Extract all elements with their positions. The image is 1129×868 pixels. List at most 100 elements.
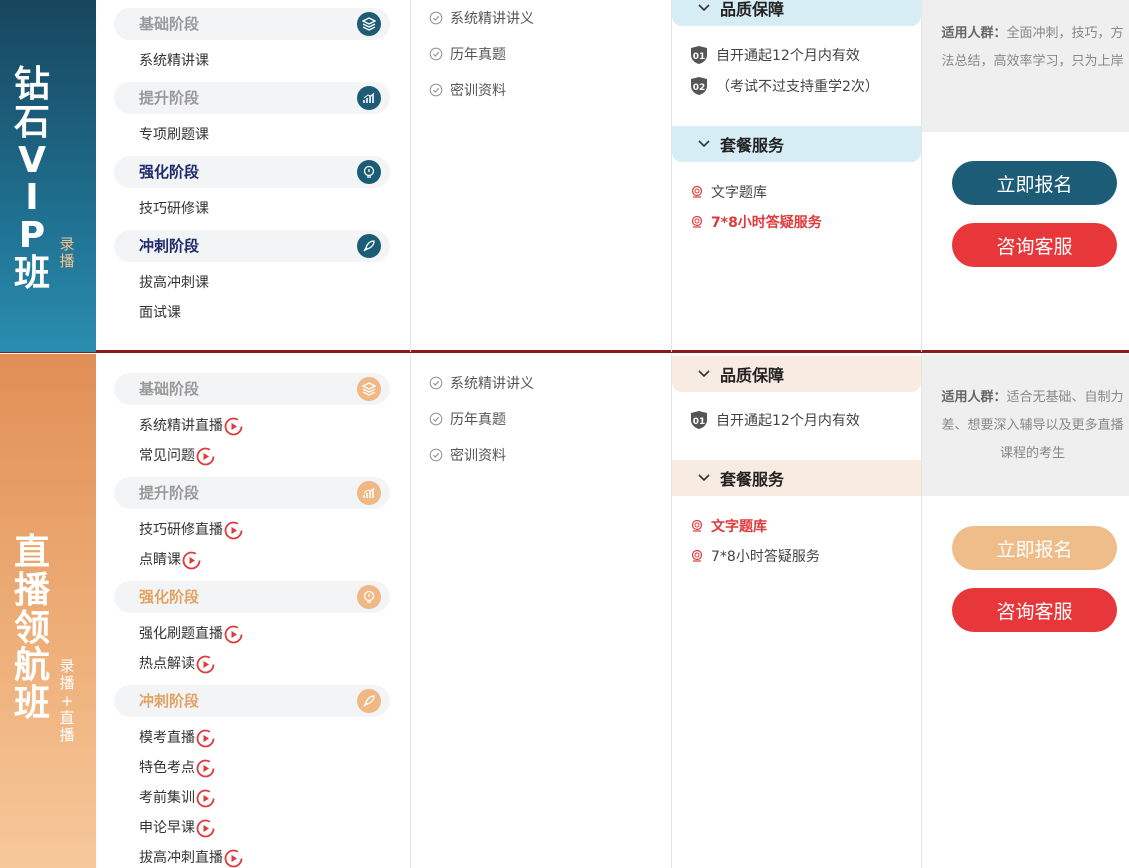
stage-label: 冲刺阶段 bbox=[139, 692, 200, 710]
stage-improve: 提升阶段 bbox=[114, 477, 390, 509]
medal-icon bbox=[691, 519, 703, 532]
medal-icon bbox=[691, 549, 703, 562]
guarantee-item: 02 （考试不过支持重学2次） bbox=[690, 76, 879, 96]
check-circle-icon bbox=[429, 47, 443, 61]
check-circle-icon bbox=[429, 412, 443, 426]
play-circle-icon bbox=[224, 625, 243, 643]
stage-label: 冲刺阶段 bbox=[139, 237, 200, 255]
guarantee-column: 品质保障 01 自开通起12个月内有效 02 （考试不过支持重学2次） 套餐服务… bbox=[672, 0, 922, 352]
course-item[interactable]: 常见问题 bbox=[139, 446, 215, 466]
shield-number-icon: 01 bbox=[691, 46, 707, 64]
rocket-icon bbox=[357, 234, 381, 258]
stage-label: 基础阶段 bbox=[139, 380, 200, 398]
audience-box: 适用人群：适合无基础、自制力差、想要深入辅导以及更多直播课程的考生 bbox=[922, 354, 1129, 496]
stages-column: 基础阶段 系统精讲直播 常见问题 提升阶段 技巧研修直播 点睛课 强化阶段 强化… bbox=[96, 354, 411, 868]
package-name-band: 直 播 领 航 班 录 播 + 直 播 bbox=[0, 354, 96, 868]
enroll-button[interactable]: 立即报名 bbox=[952, 161, 1117, 205]
guarantee-column: 品质保障 01 自开通起12个月内有效 套餐服务 文字题库 7*8小时答疑服务 bbox=[672, 354, 922, 868]
course-item[interactable]: 系统精讲课 bbox=[139, 51, 209, 71]
stage-label: 提升阶段 bbox=[139, 89, 200, 107]
course-item[interactable]: 拔高冲刺直播 bbox=[139, 848, 243, 868]
growth-chart-icon bbox=[357, 481, 381, 505]
course-item[interactable]: 技巧研修直播 bbox=[139, 520, 243, 540]
course-item[interactable]: 热点解读 bbox=[139, 654, 215, 674]
stage-label: 基础阶段 bbox=[139, 15, 200, 33]
consult-button[interactable]: 咨询客服 bbox=[952, 588, 1117, 632]
lightbulb-head-icon bbox=[357, 585, 381, 609]
play-circle-icon bbox=[196, 729, 215, 747]
course-item[interactable]: 强化刷题直播 bbox=[139, 624, 243, 644]
chevron-down-icon bbox=[698, 370, 710, 378]
rocket-icon bbox=[357, 689, 381, 713]
stage-label: 强化阶段 bbox=[139, 588, 200, 606]
course-item[interactable]: 面试课 bbox=[139, 303, 181, 323]
stage-basic: 基础阶段 bbox=[114, 8, 390, 40]
course-item[interactable]: 模考直播 bbox=[139, 728, 215, 748]
stages-column: 基础阶段 系统精讲课 提升阶段 专项刷题课 强化阶段 技巧研修课 冲刺阶段 拔高… bbox=[96, 0, 411, 352]
check-circle-icon bbox=[429, 376, 443, 390]
service-header: 套餐服务 bbox=[672, 126, 921, 162]
stage-sprint: 冲刺阶段 bbox=[114, 230, 390, 262]
package-name: 直 播 领 航 班 bbox=[13, 532, 50, 725]
stage-basic: 基础阶段 bbox=[114, 373, 390, 405]
svg-text:01: 01 bbox=[693, 52, 706, 62]
consult-button[interactable]: 咨询客服 bbox=[952, 223, 1117, 267]
stage-strengthen: 强化阶段 bbox=[114, 581, 390, 613]
action-column: 适用人群：适合无基础、自制力差、想要深入辅导以及更多直播课程的考生 立即报名 咨… bbox=[922, 354, 1129, 868]
package-tag: 录 播 bbox=[59, 235, 75, 271]
course-item[interactable]: 申论早课 bbox=[139, 818, 215, 838]
enroll-button[interactable]: 立即报名 bbox=[952, 526, 1117, 570]
stage-improve: 提升阶段 bbox=[114, 82, 390, 114]
service-item: 7*8小时答疑服务 bbox=[690, 212, 822, 232]
lightbulb-head-icon bbox=[357, 160, 381, 184]
service-header: 套餐服务 bbox=[672, 460, 921, 496]
course-item[interactable]: 技巧研修课 bbox=[139, 199, 209, 219]
medal-icon bbox=[691, 185, 703, 198]
material-item: 密训资料 bbox=[429, 445, 506, 465]
course-item[interactable]: 特色考点 bbox=[139, 758, 215, 778]
package-live: 直 播 领 航 班 录 播 + 直 播 基础阶段 系统精讲直播 常见问题 提升阶… bbox=[0, 354, 1129, 868]
material-item: 历年真题 bbox=[429, 409, 506, 429]
stage-strengthen: 强化阶段 bbox=[114, 156, 390, 188]
check-circle-icon bbox=[429, 83, 443, 97]
package-tag: 录 播 + 直 播 bbox=[59, 657, 75, 744]
guarantee-header: 品质保障 bbox=[672, 0, 921, 26]
course-item[interactable]: 专项刷题课 bbox=[139, 125, 209, 145]
play-circle-icon bbox=[224, 849, 243, 867]
stage-sprint: 冲刺阶段 bbox=[114, 685, 390, 717]
materials-column: 系统精讲讲义 历年真题 密训资料 bbox=[411, 0, 672, 352]
layers-icon bbox=[357, 377, 381, 401]
svg-text:01: 01 bbox=[693, 417, 706, 427]
material-item: 历年真题 bbox=[429, 44, 506, 64]
shield-number-icon: 02 bbox=[691, 77, 707, 95]
material-item: 系统精讲讲义 bbox=[429, 8, 534, 28]
guarantee-header: 品质保障 bbox=[672, 356, 921, 392]
chevron-down-icon bbox=[698, 140, 710, 148]
play-circle-icon bbox=[196, 655, 215, 673]
guarantee-item: 01 自开通起12个月内有效 bbox=[690, 45, 860, 65]
chevron-down-icon bbox=[698, 474, 710, 482]
play-circle-icon bbox=[196, 447, 215, 465]
play-circle-icon bbox=[196, 759, 215, 777]
stage-label: 强化阶段 bbox=[139, 163, 200, 181]
material-item: 系统精讲讲义 bbox=[429, 373, 534, 393]
service-item: 文字题库 bbox=[690, 516, 767, 536]
course-item[interactable]: 考前集训 bbox=[139, 788, 215, 808]
service-item: 7*8小时答疑服务 bbox=[690, 546, 820, 566]
layers-icon bbox=[357, 12, 381, 36]
package-name-band: 钻 石 V I P 班 录 播 bbox=[0, 0, 96, 352]
play-circle-icon bbox=[196, 819, 215, 837]
course-item[interactable]: 拔高冲刺课 bbox=[139, 273, 209, 293]
course-item[interactable]: 系统精讲直播 bbox=[139, 416, 243, 436]
play-circle-icon bbox=[196, 789, 215, 807]
course-item[interactable]: 点睛课 bbox=[139, 550, 201, 570]
action-column: 适用人群：全面冲刺，技巧，方法总结，高效率学习，只为上岸 立即报名 咨询客服 bbox=[922, 0, 1129, 352]
materials-column: 系统精讲讲义 历年真题 密训资料 bbox=[411, 354, 672, 868]
chevron-down-icon bbox=[698, 4, 710, 12]
medal-icon bbox=[691, 215, 703, 228]
growth-chart-icon bbox=[357, 86, 381, 110]
guarantee-item: 01 自开通起12个月内有效 bbox=[690, 410, 860, 430]
audience-box: 适用人群：全面冲刺，技巧，方法总结，高效率学习，只为上岸 bbox=[922, 0, 1129, 132]
play-circle-icon bbox=[224, 521, 243, 539]
material-item: 密训资料 bbox=[429, 80, 506, 100]
